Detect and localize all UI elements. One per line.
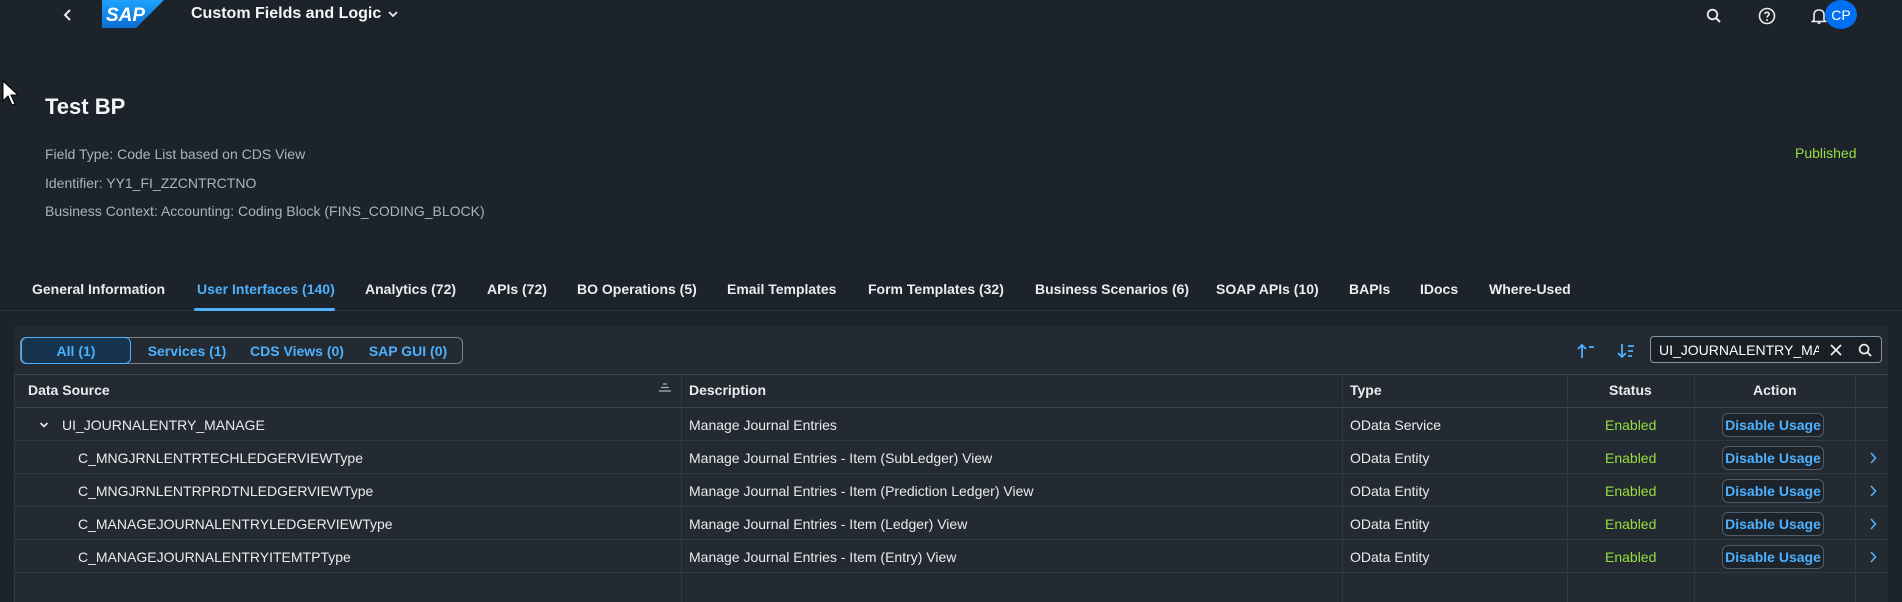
search-input[interactable] <box>1659 340 1819 360</box>
clear-icon[interactable] <box>1826 340 1846 360</box>
status-badge: Published <box>1795 145 1857 161</box>
data-source-cell: C_MANAGEJOURNALENTRYLEDGERVIEWType <box>78 516 393 532</box>
disable-usage-button[interactable]: Disable Usage <box>1722 545 1824 569</box>
segment-services[interactable]: Services (1) <box>140 337 234 364</box>
tab-business-scenarios[interactable]: Business Scenarios (6) <box>1035 281 1189 297</box>
mouse-pointer-icon <box>2 79 20 111</box>
description-cell: Manage Journal Entries <box>689 417 837 433</box>
page-title: Test BP <box>45 94 126 119</box>
tab-soap-apis[interactable]: SOAP APIs (10) <box>1216 281 1319 297</box>
description-cell: Manage Journal Entries - Item (Ledger) V… <box>689 516 968 532</box>
status-cell: Enabled <box>1605 450 1657 466</box>
user-avatar[interactable]: CP <box>1825 0 1857 29</box>
segment-cds-views[interactable]: CDS Views (0) <box>244 337 350 364</box>
data-source-cell: C_MANAGEJOURNALENTRYITEMTPType <box>78 549 351 565</box>
chevron-right-icon[interactable] <box>1864 449 1882 467</box>
help-icon[interactable] <box>1756 5 1778 27</box>
tab-bar: General Information User Interfaces (140… <box>0 275 1902 311</box>
search-icon[interactable] <box>1855 340 1875 360</box>
tab-user-interfaces[interactable]: User Interfaces (140) <box>197 281 335 297</box>
chevron-right-icon[interactable] <box>1864 548 1882 566</box>
tab-where-used[interactable]: Where-Used <box>1489 281 1571 297</box>
tab-form-templates[interactable]: Form Templates (32) <box>868 281 1004 297</box>
chevron-right-icon[interactable] <box>1864 515 1882 533</box>
type-cell: OData Entity <box>1350 516 1430 532</box>
type-cell: OData Entity <box>1350 483 1430 499</box>
status-cell: Enabled <box>1605 549 1657 565</box>
type-cell: OData Entity <box>1350 450 1430 466</box>
active-tab-indicator <box>194 308 335 311</box>
field-type-text: Field Type: Code List based on CDS View <box>45 146 306 162</box>
status-cell: Enabled <box>1605 516 1657 532</box>
sort-descending-icon[interactable] <box>1614 339 1638 363</box>
status-cell: Enabled <box>1605 417 1657 433</box>
column-header-description[interactable]: Description <box>689 382 766 398</box>
chevron-right-icon[interactable] <box>1864 482 1882 500</box>
search-icon[interactable] <box>1703 5 1725 27</box>
tab-apis[interactable]: APIs (72) <box>487 281 547 297</box>
data-source-cell: C_MNGJRNLENTRPRDTNLEDGERVIEWType <box>78 483 374 499</box>
tab-bapis[interactable]: BAPIs <box>1349 281 1390 297</box>
business-context-text: Business Context: Accounting: Coding Blo… <box>45 203 485 219</box>
chevron-left-icon <box>63 9 71 21</box>
tab-analytics[interactable]: Analytics (72) <box>365 281 456 297</box>
column-header-action[interactable]: Action <box>1753 382 1797 398</box>
search-field <box>1650 336 1882 363</box>
description-cell: Manage Journal Entries - Item (Predictio… <box>689 483 1034 499</box>
chevron-down-icon[interactable] <box>36 417 52 433</box>
column-header-data-source[interactable]: Data Source <box>28 382 110 398</box>
column-header-status[interactable]: Status <box>1609 382 1652 398</box>
status-cell: Enabled <box>1605 483 1657 499</box>
type-cell: OData Service <box>1350 417 1442 433</box>
type-cell: OData Entity <box>1350 549 1430 565</box>
disable-usage-button[interactable]: Disable Usage <box>1722 446 1824 470</box>
disable-usage-button[interactable]: Disable Usage <box>1722 479 1824 503</box>
column-menu-icon[interactable] <box>658 380 672 397</box>
tab-idocs[interactable]: IDocs <box>1420 281 1458 297</box>
description-cell: Manage Journal Entries - Item (Entry) Vi… <box>689 549 957 565</box>
segment-all[interactable]: All (1) <box>21 337 131 364</box>
tab-bo-operations[interactable]: BO Operations (5) <box>577 281 697 297</box>
app-title: Custom Fields and Logic <box>191 5 382 22</box>
shell-bar: SAP Custom Fields and Logic CP <box>0 0 1902 30</box>
app-title-menu[interactable]: Custom Fields and Logic <box>191 5 399 23</box>
data-source-cell: C_MNGJRNLENTRTECHLEDGERVIEWType <box>78 450 363 466</box>
segment-sap-gui[interactable]: SAP GUI (0) <box>362 337 454 364</box>
column-header-type[interactable]: Type <box>1350 382 1382 398</box>
data-source-cell: UI_JOURNALENTRY_MANAGE <box>62 417 265 433</box>
back-button[interactable] <box>58 5 78 25</box>
tab-email-templates[interactable]: Email Templates <box>727 281 836 297</box>
disable-usage-button[interactable]: Disable Usage <box>1722 512 1824 536</box>
tab-general-information[interactable]: General Information <box>32 281 165 297</box>
description-cell: Manage Journal Entries - Item (SubLedger… <box>689 450 993 466</box>
sap-logo[interactable]: SAP <box>102 0 164 28</box>
sort-ascending-icon[interactable] <box>1574 339 1598 363</box>
table-header <box>14 374 1888 408</box>
disable-usage-button[interactable]: Disable Usage <box>1722 413 1824 437</box>
identifier-text: Identifier: YY1_FI_ZZCNTRCTNO <box>45 175 257 191</box>
chevron-down-icon <box>388 11 398 18</box>
svg-text:SAP: SAP <box>106 5 145 26</box>
